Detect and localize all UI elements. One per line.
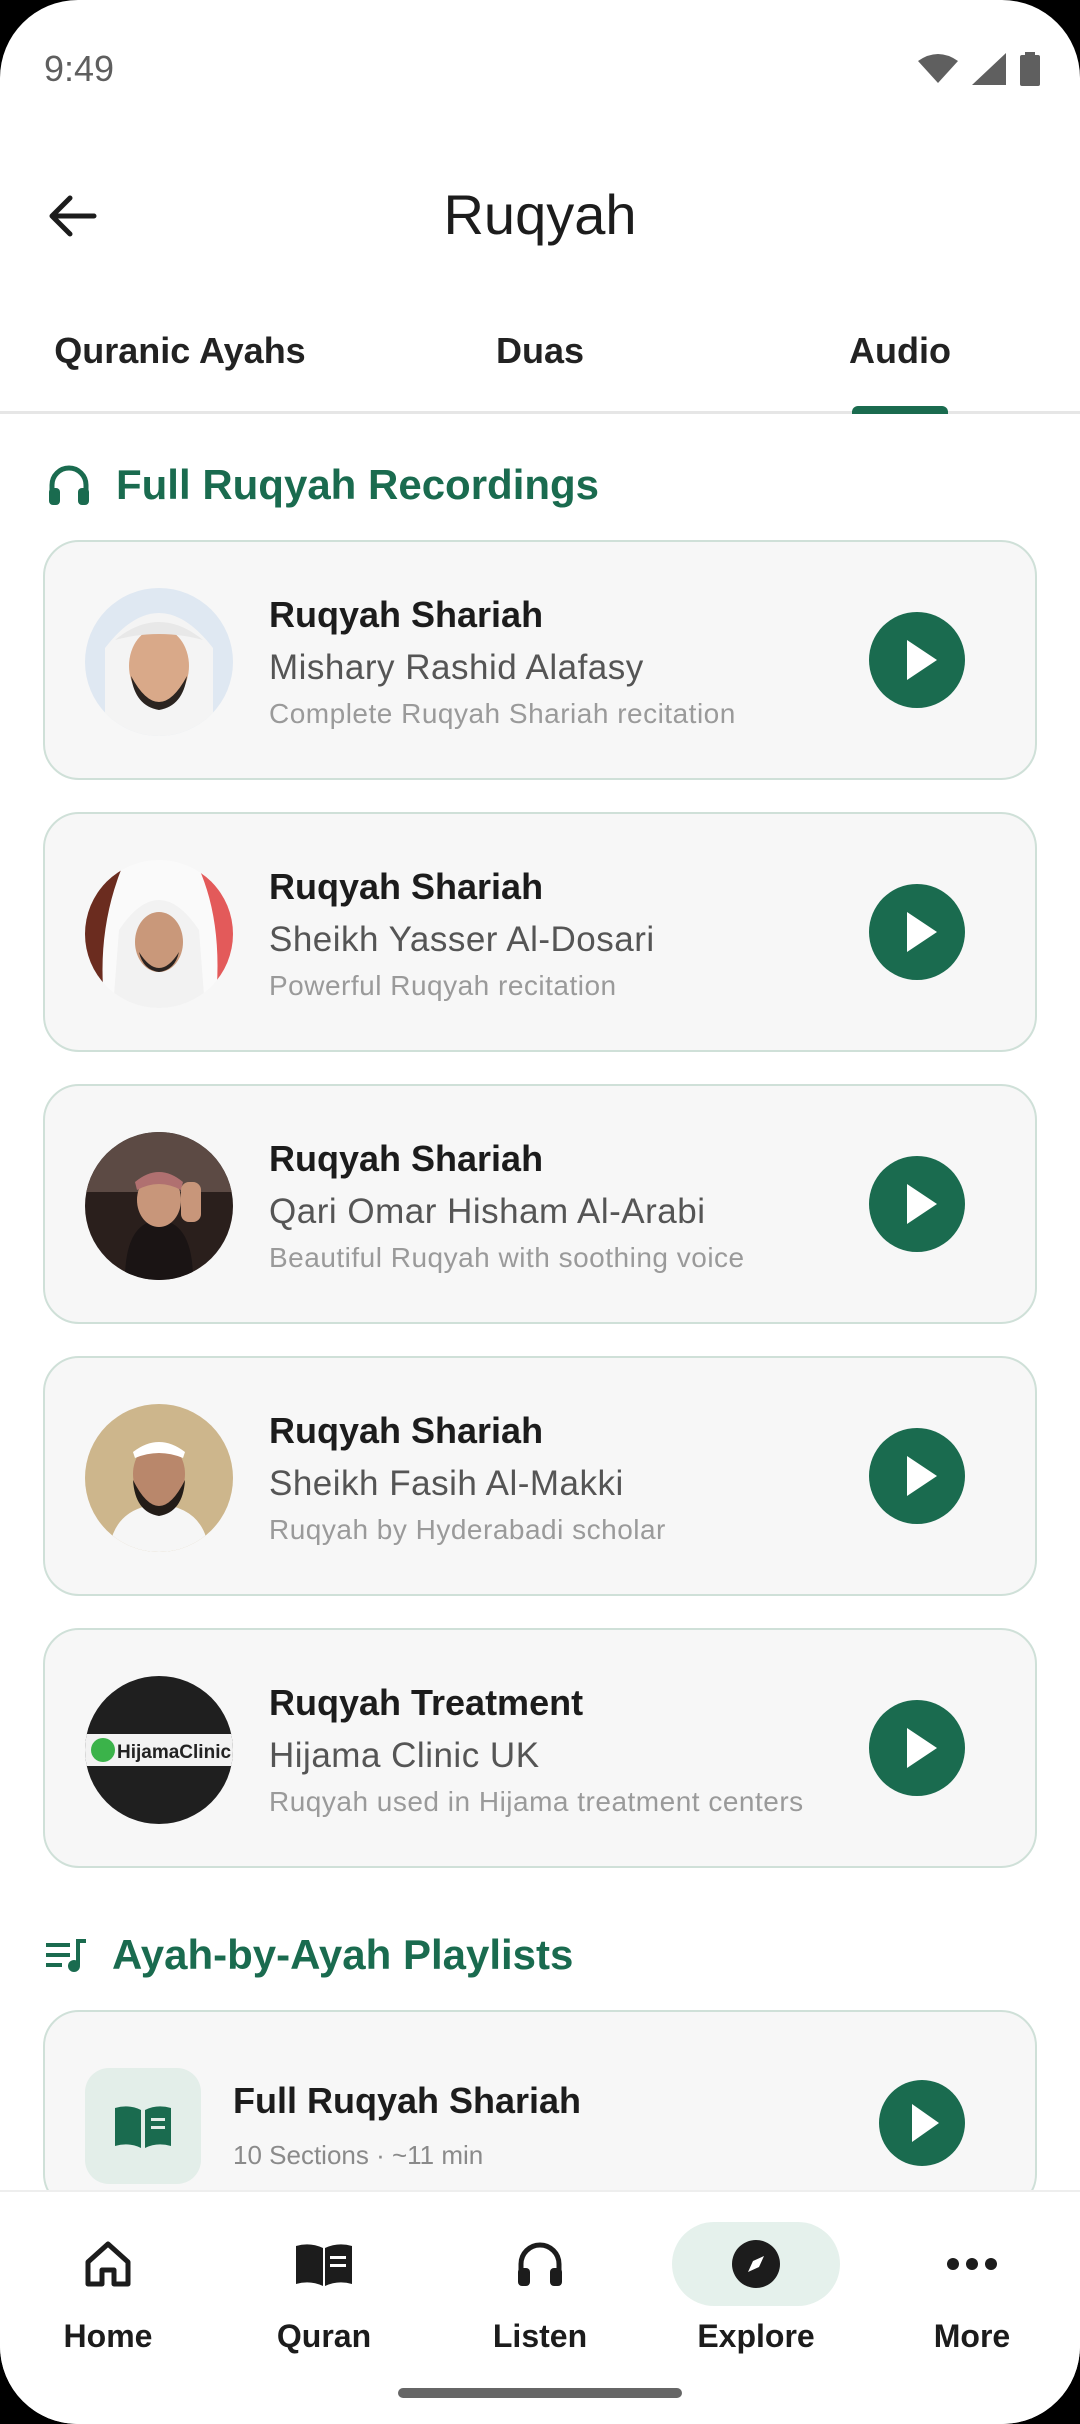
tab-bar: Quranic Ayahs Duas Audio: [0, 310, 1080, 414]
recordings-section-title: Full Ruqyah Recordings: [116, 461, 600, 508]
screen: 9:49 Ruqyah Quranic Ayahs Duas Audio Ful…: [0, 0, 1080, 2424]
play-button[interactable]: [869, 884, 965, 980]
recording-reciter: Sheikh Yasser Al-Dosari: [269, 920, 655, 959]
wifi-icon: [918, 54, 958, 83]
app-bar: Ruqyah: [0, 160, 1080, 270]
tab-duas[interactable]: Duas: [360, 310, 720, 411]
compass-icon: [732, 2240, 780, 2288]
nav-explore[interactable]: Explore: [648, 2222, 864, 2355]
svg-text:HijamaClinic: HijamaClinic: [117, 1742, 231, 1763]
home-icon: [85, 2241, 131, 2287]
recording-title: Ruqyah Shariah: [269, 866, 544, 907]
playlist-icon: [46, 1939, 86, 1972]
recording-title: Ruqyah Shariah: [269, 1410, 544, 1451]
more-icon: [947, 2258, 997, 2270]
tab-audio[interactable]: Audio: [720, 310, 1080, 414]
nav-explore-label: Explore: [697, 2318, 815, 2354]
bottom-navigation: Home Quran Listen Explore More: [0, 2190, 1080, 2424]
recording-reciter: Mishary Rashid Alafasy: [269, 648, 644, 687]
recording-card[interactable]: Ruqyah Shariah Qari Omar Hisham Al-Arabi…: [43, 1084, 1037, 1324]
play-button[interactable]: [869, 1428, 965, 1524]
playlists-section-header: Ayah-by-Ayah Playlists: [0, 1900, 1080, 2010]
status-time: 9:49: [44, 48, 115, 89]
reciter-avatar: [85, 860, 233, 1008]
recording-title: Ruqyah Shariah: [269, 1138, 544, 1179]
book-icon: [296, 2244, 352, 2286]
recording-reciter: Hijama Clinic UK: [269, 1736, 540, 1775]
nav-home-label: Home: [63, 2318, 153, 2354]
battery-icon: [1020, 52, 1040, 86]
recordings-section-header: Full Ruqyah Recordings: [0, 430, 1080, 540]
playlist-play-button[interactable]: [879, 2080, 965, 2166]
playlist-card[interactable]: Full Ruqyah Shariah 10 Sections · ~11 mi…: [43, 2010, 1037, 2210]
nav-quran[interactable]: Quran: [216, 2222, 432, 2355]
recording-description: Ruqyah by Hyderabadi scholar: [269, 1514, 666, 1545]
clinic-logo: HijamaClinic: [85, 1676, 233, 1824]
recording-reciter: Qari Omar Hisham Al-Arabi: [269, 1192, 706, 1231]
headphones-icon: [49, 465, 89, 505]
recording-description: Complete Ruqyah Shariah recitation: [269, 698, 736, 729]
recording-reciter: Sheikh Fasih Al-Makki: [269, 1464, 624, 1503]
recording-title: Ruqyah Shariah: [269, 594, 544, 635]
playlist-title: Full Ruqyah Shariah: [233, 2080, 582, 2121]
main-content: Full Ruqyah Recordings Ruqyah Shariah Mi…: [0, 430, 1080, 2210]
play-button[interactable]: [869, 1700, 965, 1796]
nav-quran-label: Quran: [276, 2318, 372, 2354]
reciter-avatar: [85, 1404, 233, 1552]
recording-card[interactable]: Ruqyah Shariah Sheikh Fasih Al-Makki Ruq…: [43, 1356, 1037, 1596]
play-button[interactable]: [869, 612, 965, 708]
recording-description: Powerful Ruqyah recitation: [269, 970, 617, 1001]
headphones-icon: [518, 2242, 562, 2286]
nav-more[interactable]: More: [864, 2222, 1080, 2355]
status-icons: [918, 52, 1040, 86]
recording-title: Ruqyah Treatment: [269, 1682, 584, 1723]
recording-card[interactable]: HijamaClinic Ruqyah Treatment Hijama Cli…: [43, 1628, 1037, 1868]
status-bar: 9:49: [0, 0, 1080, 140]
signal-icon: [972, 53, 1006, 85]
playlists-section-title: Ayah-by-Ayah Playlists: [112, 1931, 574, 1978]
playlist-meta: 10 Sections · ~11 min: [233, 2140, 484, 2170]
nav-more-label: More: [933, 2318, 1011, 2354]
nav-listen-label: Listen: [492, 2318, 588, 2354]
home-indicator[interactable]: [398, 2388, 682, 2398]
recording-description: Ruqyah used in Hijama treatment centers: [269, 1786, 804, 1817]
recording-card[interactable]: Ruqyah Shariah Sheikh Yasser Al-Dosari P…: [43, 812, 1037, 1052]
playlist-book-icon: [85, 2068, 201, 2184]
reciter-avatar: [85, 588, 233, 736]
play-button[interactable]: [869, 1156, 965, 1252]
recording-card[interactable]: Ruqyah Shariah Mishary Rashid Alafasy Co…: [43, 540, 1037, 780]
nav-listen[interactable]: Listen: [432, 2222, 648, 2355]
nav-home[interactable]: Home: [0, 2222, 216, 2355]
reciter-avatar: [85, 1132, 233, 1280]
page-title: Ruqyah: [443, 183, 637, 246]
tab-quranic-ayahs[interactable]: Quranic Ayahs: [0, 310, 360, 411]
recording-description: Beautiful Ruqyah with soothing voice: [269, 1242, 745, 1273]
